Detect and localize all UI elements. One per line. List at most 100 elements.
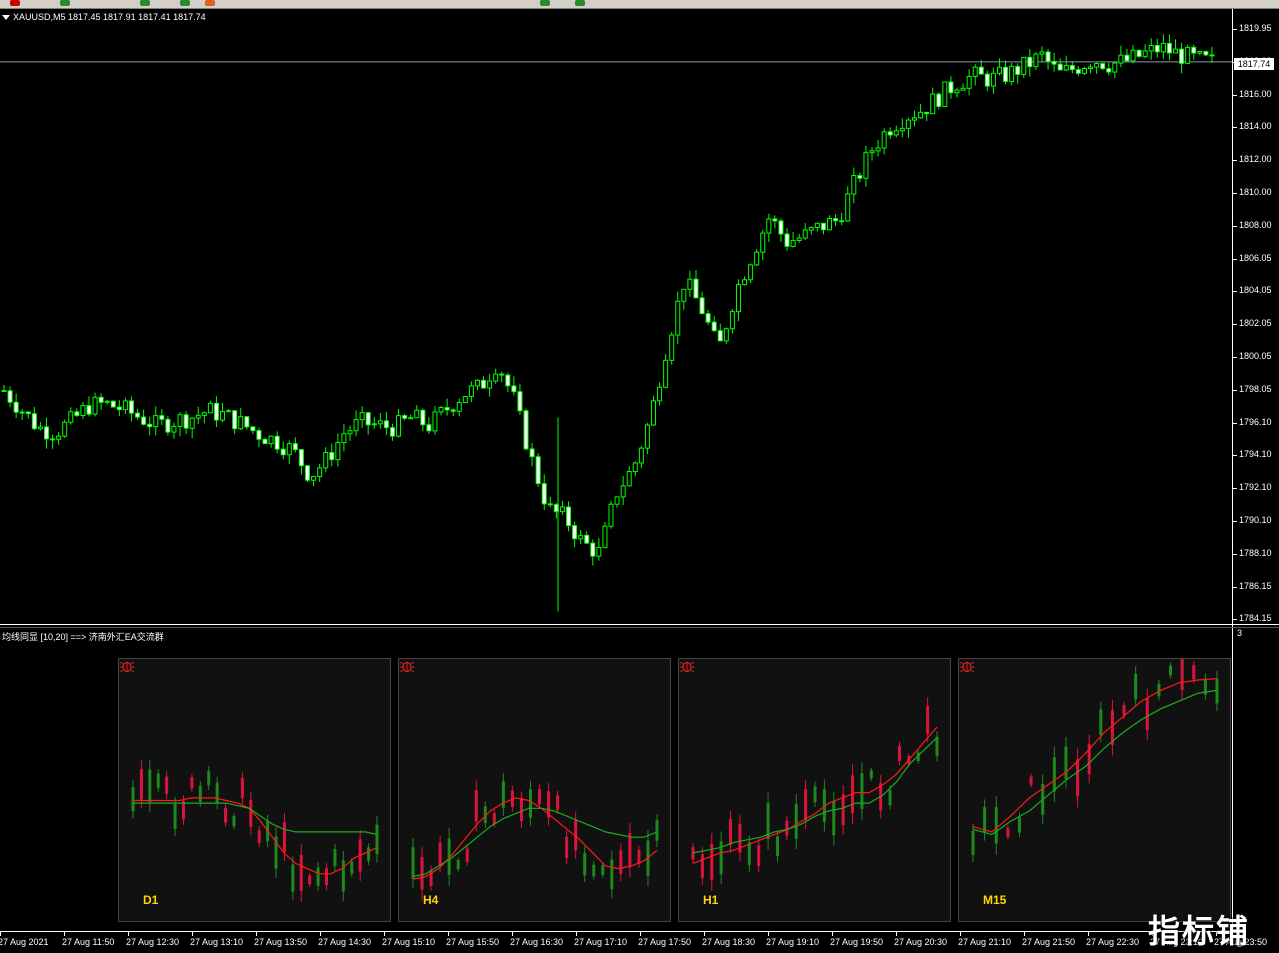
mini-candle-body (165, 776, 169, 794)
candle-body (517, 391, 523, 412)
mini-chart (131, 759, 379, 902)
time-tick (512, 932, 513, 936)
toolbar-icon[interactable] (540, 0, 550, 6)
mini-candle-body (456, 860, 460, 870)
candle-body (1039, 51, 1045, 55)
mini-candle-body (1157, 683, 1161, 697)
mini-candle-body (869, 770, 873, 779)
candle-body (541, 483, 547, 505)
mini-candle-body (804, 789, 808, 820)
candle-body (699, 297, 705, 315)
candle-body (790, 239, 796, 247)
candle-body (195, 414, 201, 419)
candle-body (657, 386, 663, 402)
price-label: 1794.10 (1239, 449, 1272, 460)
price-axis[interactable]: 1819.951818.001816.001814.001812.001810.… (1232, 9, 1279, 931)
mini-candle-body (691, 847, 695, 860)
candle-body (905, 119, 911, 129)
candle-body (511, 385, 517, 393)
mini-candle-body (926, 705, 930, 734)
candle-body (650, 400, 656, 426)
time-label: 27 Aug 15:50 (446, 937, 500, 947)
candle-body (1148, 44, 1154, 52)
candlestick-chart[interactable] (0, 9, 1232, 624)
candle-body (1009, 65, 1015, 82)
candle-body (98, 396, 104, 403)
candle-body (207, 402, 213, 414)
candle-body (444, 407, 450, 411)
candle-body (80, 405, 86, 416)
candle-body (389, 427, 395, 437)
timeframe-panel-h1[interactable]: H1 (678, 658, 951, 922)
mini-candle-body (465, 848, 469, 862)
mini-candle-body (1017, 817, 1021, 833)
price-label: 1786.15 (1239, 580, 1272, 591)
candle-body (7, 390, 13, 403)
time-label: 27 Aug 14:30 (318, 937, 372, 947)
candle-body (1173, 48, 1179, 54)
candle-body (104, 400, 110, 403)
candle-body (529, 448, 535, 458)
toolbar-icon[interactable] (205, 0, 215, 6)
candle-body (1075, 69, 1081, 74)
mini-candle-body (148, 769, 152, 803)
candle-body (1166, 42, 1172, 54)
timeframe-panel-h4[interactable]: H4 (398, 658, 671, 922)
toolbar-strip[interactable] (0, 0, 1279, 9)
timeframe-panel-m15[interactable]: M15 (958, 658, 1231, 922)
mini-candle-body (198, 785, 202, 802)
mini-candle-body (528, 789, 532, 818)
mini-candle-body (308, 875, 312, 885)
candle-body (1015, 65, 1021, 75)
candle-body (86, 405, 92, 415)
candle-body (250, 426, 256, 432)
time-label: 27 Aug 17:10 (574, 937, 628, 947)
candle-body (220, 411, 226, 421)
candle-body (899, 127, 905, 132)
candle-body (523, 410, 529, 450)
candle-body (268, 435, 274, 445)
price-label: 1796.10 (1239, 416, 1272, 427)
time-label: 27 Aug 19:50 (830, 937, 884, 947)
mini-candle-body (1099, 709, 1103, 735)
price-tick (1233, 586, 1237, 588)
candle-body (1033, 53, 1039, 68)
candle-body (954, 89, 960, 94)
price-label: 1814.00 (1239, 121, 1272, 132)
candle-body (456, 402, 462, 412)
time-tick (384, 932, 385, 936)
mini-candle-body (775, 836, 779, 857)
toolbar-icon[interactable] (140, 0, 150, 6)
ma-slow-line (133, 802, 378, 836)
time-tick (576, 932, 577, 936)
candle-body (784, 233, 790, 247)
time-label: 27 Aug 11:50 (62, 937, 115, 947)
toolbar-icon[interactable] (180, 0, 190, 6)
toolbar-icon[interactable] (575, 0, 585, 6)
mini-candle-body (610, 859, 614, 890)
time-label: 27 Aug 21:10 (958, 937, 1012, 947)
candle-body (1045, 51, 1051, 62)
candle-body (450, 409, 456, 412)
candle-body (887, 131, 893, 136)
mini-candle-body (173, 804, 177, 829)
mini-candle-body (935, 736, 939, 756)
candle-body (1027, 56, 1033, 68)
candle-body (687, 278, 693, 290)
time-tick (768, 932, 769, 936)
toolbar-icon[interactable] (60, 0, 70, 6)
candle-body (177, 414, 183, 427)
subwindow-separator[interactable] (0, 624, 1279, 628)
candle-body (311, 476, 317, 481)
candle-body (996, 66, 1002, 74)
time-axis[interactable]: 27 Aug 2021 27 Aug 11:50 27 Aug 12:30 27 Au… (0, 931, 1267, 953)
mini-candle-body (994, 806, 998, 844)
ma-fast-line (972, 678, 1218, 833)
toolbar-icon[interactable] (10, 0, 20, 6)
price-tick (1233, 357, 1237, 358)
candle-body (863, 152, 869, 179)
dropdown-triangle-icon[interactable] (2, 15, 10, 21)
timeframe-panel-d1[interactable]: D1 (118, 658, 391, 922)
main-price-chart[interactable] (0, 9, 1232, 624)
time-tick (128, 932, 129, 936)
